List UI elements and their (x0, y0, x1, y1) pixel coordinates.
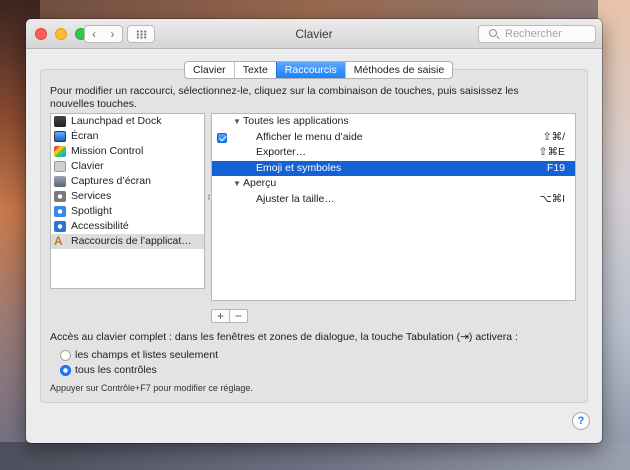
group-label: Aperçu (243, 177, 277, 189)
radio-fields-and-lists[interactable] (60, 350, 71, 361)
tab-bar: Clavier Texte Raccourcis Méthodes de sai… (184, 61, 454, 79)
tab-texte[interactable]: Texte (233, 62, 276, 78)
category-label: Écran (71, 130, 99, 142)
gear-icon (54, 191, 66, 202)
mission-control-icon (54, 146, 66, 157)
category-captures-ecran[interactable]: Captures d’écran (51, 174, 204, 189)
shortcut-label: Ajuster la taille… (256, 192, 335, 205)
category-label: Mission Control (71, 145, 144, 157)
shortcut-label: Afficher le menu d’aide (256, 130, 363, 143)
category-label: Accessibilité (71, 220, 129, 232)
shortcut-row-export[interactable]: Exporter… ⇧⌘E (212, 145, 575, 161)
disclosure-triangle-icon[interactable]: ▼ (233, 114, 241, 130)
shortcut-label: Emoji et symboles (256, 161, 342, 174)
category-spotlight[interactable]: Spotlight (51, 204, 204, 219)
category-label: Clavier (71, 160, 104, 172)
group-row-apercu[interactable]: ▼ Aperçu (212, 176, 575, 192)
radio-label-fields-and-lists[interactable]: les champs et listes seulement (75, 349, 218, 361)
category-label: Services (71, 190, 112, 202)
tab-methodes-de-saisie[interactable]: Méthodes de saisie (344, 62, 452, 78)
search-icon (489, 29, 497, 37)
shortcut-keys[interactable]: ⇧⌘/ (543, 130, 565, 146)
full-keyboard-access-label: Accès au clavier complet : dans les fenê… (50, 331, 518, 343)
shortcut-list: ▼ Toutes les applications Afficher le me… (211, 113, 576, 301)
category-app-shortcuts[interactable]: A Raccourcis de l’applicat… (51, 234, 204, 249)
search-placeholder: Rechercher (505, 28, 562, 40)
remove-shortcut-button[interactable]: − (229, 309, 248, 323)
keyboard-icon (54, 161, 66, 172)
shortcut-row-emoji[interactable]: Emoji et symboles F19 (212, 160, 575, 177)
help-button[interactable]: ? (572, 412, 590, 430)
desktop-background-bottom (0, 442, 630, 470)
radio-all-controls[interactable] (60, 365, 71, 376)
disclosure-triangle-icon[interactable]: ▼ (233, 176, 241, 192)
enabled-checkbox[interactable] (217, 132, 227, 143)
category-launchpad-dock[interactable]: Launchpad et Dock (51, 114, 204, 129)
launchpad-icon (54, 116, 66, 127)
group-label: Toutes les applications (243, 115, 349, 127)
tab-raccourcis[interactable]: Raccourcis (275, 62, 345, 78)
category-clavier[interactable]: Clavier (51, 159, 204, 174)
add-shortcut-button[interactable]: + (211, 309, 230, 323)
app-shortcuts-icon: A (54, 234, 63, 248)
group-row-all-apps[interactable]: ▼ Toutes les applications (212, 114, 575, 130)
tab-clavier[interactable]: Clavier (185, 62, 234, 78)
category-label: Captures d’écran (71, 175, 151, 187)
category-label: Spotlight (71, 205, 112, 217)
category-list: Launchpad et Dock Écran Mission Control … (50, 113, 205, 289)
category-label: Launchpad et Dock (71, 115, 162, 127)
shortcut-keys[interactable]: ⇧⌘E (539, 145, 565, 161)
preferences-window: ‹ › Clavier Rechercher Clavier Texte Rac… (26, 19, 602, 443)
desktop-background-right (598, 0, 630, 470)
screenshot-icon (54, 176, 66, 187)
accessibility-icon (54, 221, 66, 232)
category-accessibilite[interactable]: Accessibilité (51, 219, 204, 234)
instructions-text: Pour modifier un raccourci, sélectionnez… (50, 85, 519, 110)
category-ecran[interactable]: Écran (51, 129, 204, 144)
category-services[interactable]: Services (51, 189, 204, 204)
shortcut-keys[interactable]: F19 (547, 161, 565, 177)
radio-label-all-controls[interactable]: tous les contrôles (75, 364, 157, 376)
display-icon (54, 131, 66, 142)
category-label: Raccourcis de l’applicat… (71, 235, 192, 247)
shortcut-label: Exporter… (256, 146, 307, 158)
shortcut-row-help-menu[interactable]: Afficher le menu d’aide ⇧⌘/ (212, 130, 575, 146)
shortcut-row-adjust-size[interactable]: Ajuster la taille… ⌥⌘I (212, 192, 575, 208)
shortcut-keys[interactable]: ⌥⌘I (539, 192, 565, 208)
keyboard-access-hint: Appuyer sur Contrôle+F7 pour modifier ce… (50, 383, 253, 393)
title-bar: ‹ › Clavier Rechercher (26, 19, 602, 49)
search-field[interactable]: Rechercher (478, 25, 596, 43)
spotlight-icon (54, 206, 66, 217)
category-mission-control[interactable]: Mission Control (51, 144, 204, 159)
